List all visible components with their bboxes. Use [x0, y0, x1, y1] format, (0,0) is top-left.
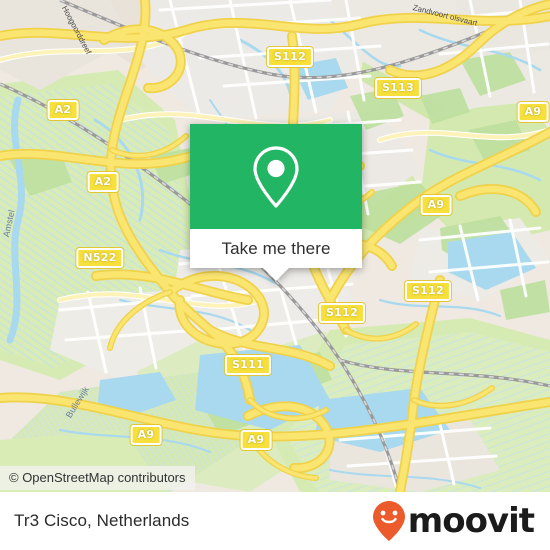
- moovit-brand[interactable]: moovit: [372, 500, 535, 542]
- moovit-map-page: S112 S113 A9 A2 A2 A9 N522 S112 S112 S11…: [0, 0, 550, 550]
- callout-pin-panel: [190, 124, 362, 229]
- road-shield: A2: [47, 100, 79, 120]
- road-shield: A9: [420, 195, 452, 215]
- road-shield: A9: [240, 430, 272, 450]
- location-title: Tr3 Cisco, Netherlands: [14, 511, 190, 530]
- road-shield: S112: [404, 281, 452, 301]
- moovit-wordmark: moovit: [407, 501, 535, 541]
- take-me-there-button[interactable]: Take me there: [190, 229, 362, 281]
- take-me-there-label: Take me there: [221, 238, 331, 258]
- osm-attribution[interactable]: © OpenStreetMap contributors: [0, 466, 195, 490]
- road-shield: S112: [266, 47, 314, 67]
- road-shield: S111: [224, 355, 272, 375]
- road-shield: A2: [87, 172, 119, 192]
- road-shield: A9: [130, 425, 162, 445]
- map-canvas[interactable]: S112 S113 A9 A2 A2 A9 N522 S112 S112 S11…: [0, 0, 550, 492]
- moovit-pin-icon: [372, 501, 405, 541]
- location-callout-card[interactable]: Take me there: [190, 124, 362, 281]
- footer-bar: Tr3 Cisco, Netherlands moovit: [0, 492, 550, 550]
- road-shield: N522: [76, 248, 124, 268]
- location-pin-icon: [253, 145, 299, 208]
- callout-pointer: [263, 268, 289, 281]
- road-shield: S112: [318, 303, 366, 323]
- road-shield: S113: [374, 78, 422, 98]
- road-shield: A9: [517, 102, 549, 122]
